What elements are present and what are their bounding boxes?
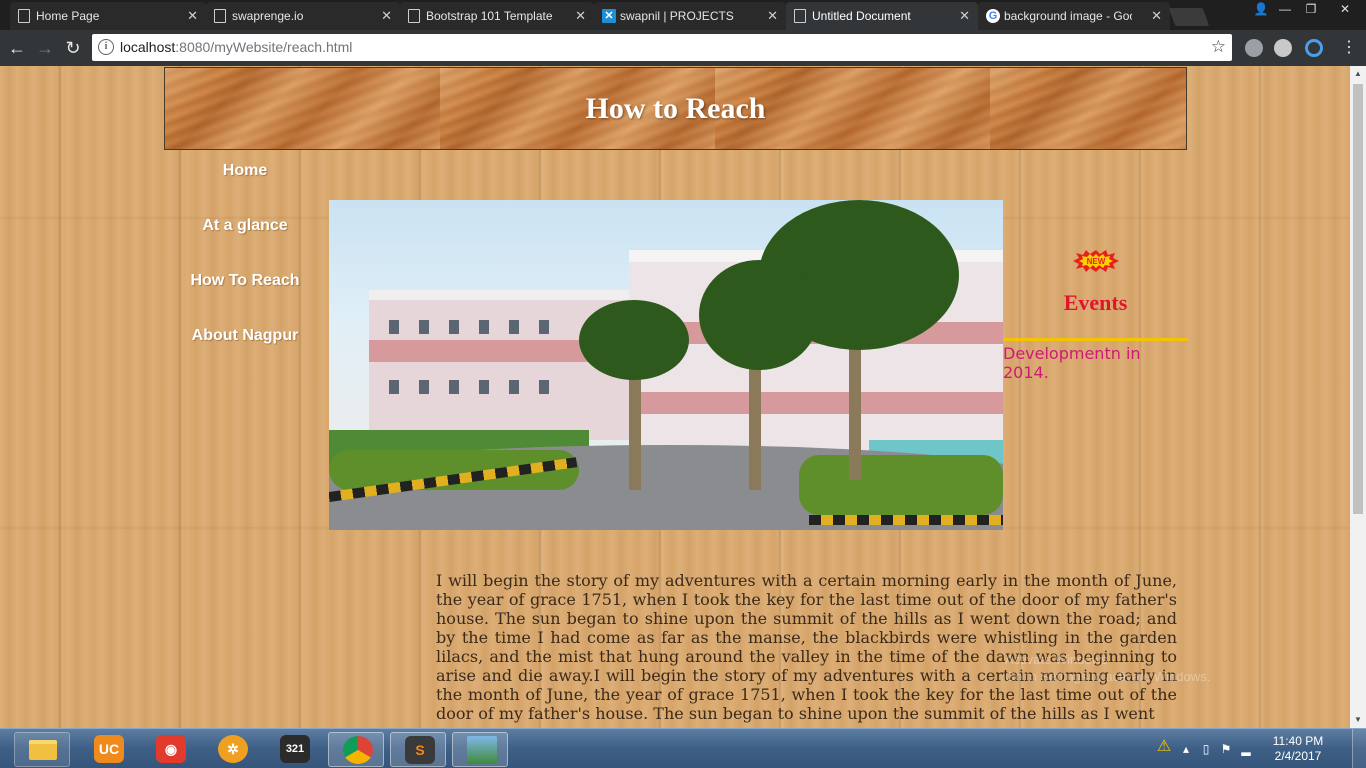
clock-time: 11:40 PM (1272, 734, 1324, 748)
network-signal-icon[interactable]: ▂ (1238, 741, 1254, 757)
close-icon[interactable]: ✕ (575, 8, 586, 24)
tab-swapnil-projects[interactable]: ✕ swapnil | PROJECTS ✕ (594, 2, 786, 30)
story-paragraph: I will begin the story of my adventures … (436, 571, 1177, 723)
ship-wheel-icon: ✲ (218, 735, 248, 763)
devices-icon[interactable]: ▯ (1198, 741, 1214, 757)
page-icon (794, 9, 806, 23)
forward-icon[interactable]: → (34, 37, 56, 59)
activate-windows-watermark: Activate Windows Go to Settings to activ… (1005, 651, 1210, 685)
recorder-icon: ◉ (156, 735, 186, 763)
taskbar-app-wheel[interactable]: ✲ (204, 732, 260, 767)
page-title: How to Reach (585, 92, 766, 125)
page-banner: How to Reach (164, 67, 1187, 150)
taskbar-app-chrome[interactable] (328, 732, 384, 767)
browser-tab-strip: Home Page ✕ swaprenge.io ✕ Bootstrap 101… (0, 0, 1366, 30)
campus-photo (329, 200, 1003, 530)
taskbar-app-photo-viewer[interactable] (452, 732, 508, 767)
media-player-classic-icon: 321 (280, 735, 310, 763)
uc-browser-icon: UC (94, 735, 124, 763)
browser-toolbar: ← → ↻ i localhost:8080/myWebsite/reach.h… (0, 30, 1366, 66)
x-logo-icon: ✕ (602, 9, 616, 23)
close-icon[interactable]: ✕ (1151, 8, 1162, 24)
tab-label: swaprenge.io (232, 9, 304, 23)
page-icon (408, 9, 420, 23)
warning-icon[interactable]: ⚠ (1154, 739, 1174, 759)
events-title: Events (1063, 290, 1128, 315)
profile-icon[interactable]: 👤 (1250, 0, 1272, 18)
taskbar-app-sublime[interactable]: S (390, 732, 446, 767)
window-close-icon[interactable]: ✕ (1324, 0, 1366, 18)
show-desktop-button[interactable] (1352, 729, 1366, 768)
watermark-line: Go to Settings to activate Windows. (1005, 669, 1211, 684)
taskbar-app-uc-browser[interactable]: UC (80, 732, 136, 767)
folder-icon (29, 740, 57, 760)
nav-link-how-to-reach[interactable]: How To Reach (180, 272, 310, 327)
address-bar[interactable]: i localhost:8080/myWebsite/reach.html ☆ (92, 34, 1232, 61)
tab-home-page[interactable]: Home Page ✕ (10, 2, 206, 30)
site-info-icon[interactable]: i (98, 39, 114, 55)
new-badge-icon: NEW (1073, 250, 1119, 272)
tab-swaprenge[interactable]: swaprenge.io ✕ (206, 2, 400, 30)
taskbar-app-recorder[interactable]: ◉ (142, 732, 198, 767)
system-clock[interactable]: 11:40 PM 2/4/2017 (1268, 734, 1328, 764)
back-icon[interactable]: ← (6, 37, 28, 59)
tab-label: swapnil | PROJECTS (620, 9, 734, 23)
clock-date: 2/4/2017 (1274, 749, 1322, 763)
extension-icon[interactable] (1274, 39, 1292, 57)
file-explorer-button[interactable] (14, 732, 70, 767)
scroll-up-icon[interactable]: ▲ (1350, 66, 1366, 82)
event-item[interactable]: Developmentn in 2014. (1003, 344, 1173, 382)
extension-icon[interactable] (1245, 39, 1263, 57)
restore-icon[interactable]: ❐ (1298, 0, 1324, 18)
sublime-text-icon: S (405, 736, 435, 764)
close-icon[interactable]: ✕ (381, 8, 392, 24)
tab-label: Untitled Document (812, 9, 911, 23)
system-tray: ⚠ ▴ ▯ ⚑ ▂ 11:40 PM 2/4/2017 (1136, 729, 1366, 768)
events-divider (1003, 338, 1188, 341)
new-badge-label: NEW (1087, 257, 1106, 266)
extension-icon[interactable] (1305, 39, 1323, 57)
tab-background-image-google[interactable]: G background image - Goo ✕ (978, 2, 1170, 30)
new-tab-button[interactable] (1168, 8, 1210, 26)
scroll-down-icon[interactable]: ▼ (1350, 712, 1366, 728)
nav-link-home[interactable]: Home (180, 162, 310, 217)
bookmark-star-icon[interactable]: ☆ (1211, 37, 1226, 57)
tab-label: Home Page (36, 9, 100, 23)
scroll-thumb[interactable] (1353, 84, 1363, 514)
tab-untitled-document[interactable]: Untitled Document ✕ (786, 2, 978, 30)
flag-icon[interactable]: ⚑ (1218, 741, 1234, 757)
chrome-icon (343, 736, 373, 764)
nav-link-at-a-glance[interactable]: At a glance (180, 217, 310, 272)
page-icon (214, 9, 226, 23)
menu-icon[interactable]: ⋮ (1338, 37, 1360, 59)
minimize-icon[interactable]: — (1272, 0, 1298, 18)
close-icon[interactable]: ✕ (187, 8, 198, 24)
tab-bootstrap-template[interactable]: Bootstrap 101 Template ✕ (400, 2, 594, 30)
page-viewport: How to Reach Home At a glance How To Rea… (0, 66, 1350, 728)
nav-link-about-nagpur[interactable]: About Nagpur (180, 327, 310, 382)
watermark-line: Activate Windows (1005, 652, 1108, 667)
window-controls: 👤 — ❐ ✕ (1250, 0, 1366, 18)
url-text: localhost:8080/myWebsite/reach.html (120, 39, 353, 55)
close-icon[interactable]: ✕ (959, 8, 970, 24)
photo-viewer-icon (467, 736, 497, 764)
tab-label: Bootstrap 101 Template (426, 9, 553, 23)
close-icon[interactable]: ✕ (767, 8, 778, 24)
windows-taskbar: UC ◉ ✲ 321 S ⚠ ▴ ▯ ⚑ ▂ 11:40 PM 2/4/2017 (0, 728, 1366, 768)
google-icon: G (986, 9, 1000, 23)
reload-icon[interactable]: ↻ (62, 37, 84, 59)
taskbar-app-media-player[interactable]: 321 (266, 732, 322, 767)
page-icon (18, 9, 30, 23)
side-navigation: Home At a glance How To Reach About Nagp… (180, 162, 310, 382)
page-scrollbar[interactable]: ▲ ▼ (1350, 66, 1366, 728)
show-hidden-icons-icon[interactable]: ▴ (1178, 741, 1194, 757)
tab-label: background image - Goo (1004, 9, 1132, 23)
